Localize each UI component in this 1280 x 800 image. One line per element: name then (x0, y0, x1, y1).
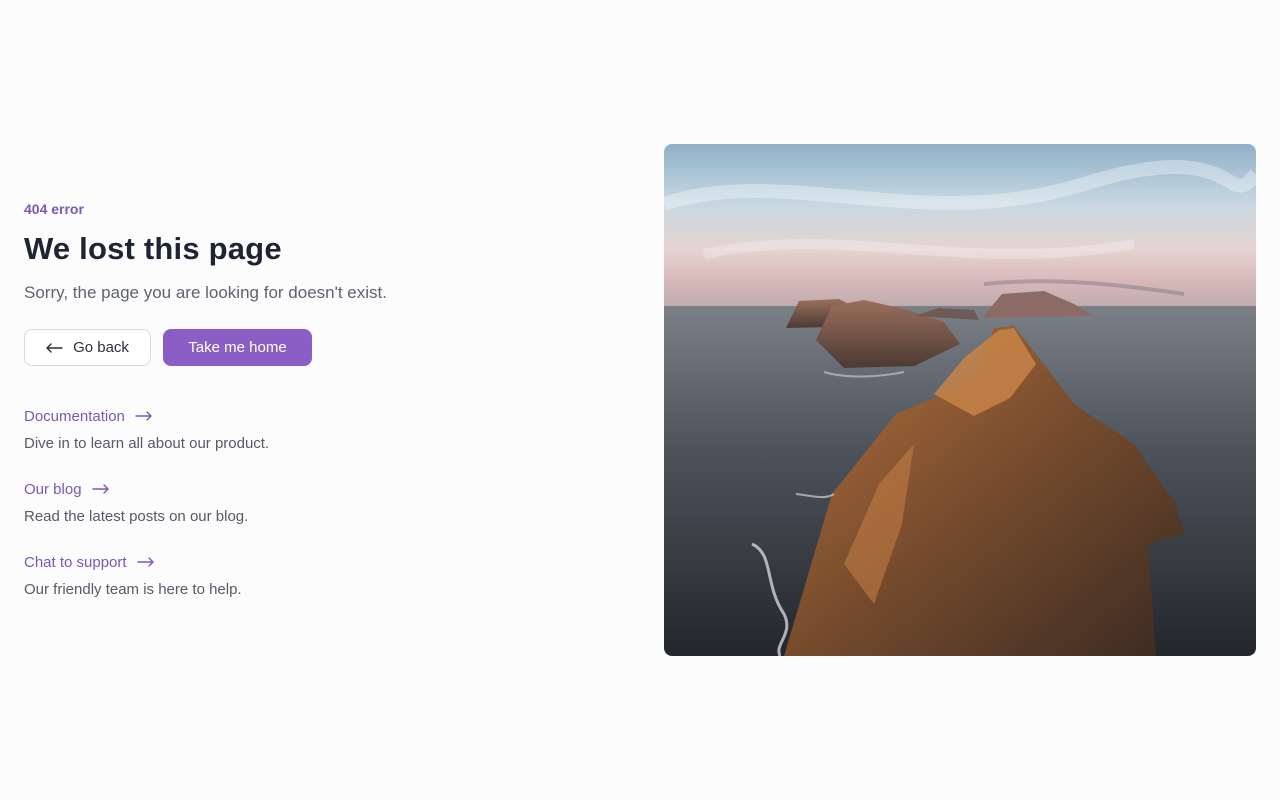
documentation-link-label: Documentation (24, 407, 125, 425)
link-item-blog: Our blog Read the latest posts on our bl… (24, 479, 584, 527)
arrow-left-icon (46, 342, 63, 353)
documentation-link[interactable]: Documentation (24, 406, 584, 426)
documentation-description: Dive in to learn all about our product. (24, 435, 270, 452)
error-content: 404 error We lost this page Sorry, the p… (24, 200, 584, 625)
take-me-home-button[interactable]: Take me home (163, 329, 312, 366)
go-back-button[interactable]: Go back (24, 329, 151, 366)
support-link-label: Chat to support (24, 553, 127, 571)
blog-description: Read the latest posts on our blog. (24, 508, 249, 525)
coastal-cliffs-illustration (664, 144, 1256, 656)
blog-link[interactable]: Our blog (24, 479, 584, 499)
link-item-documentation: Documentation Dive in to learn all about… (24, 406, 584, 454)
support-description: Our friendly team is here to help. (24, 581, 242, 598)
arrow-right-icon (91, 484, 109, 494)
take-me-home-label: Take me home (188, 339, 287, 356)
arrow-right-icon (135, 411, 152, 421)
help-links: Documentation Dive in to learn all about… (24, 406, 584, 600)
action-buttons: Go back Take me home (24, 329, 584, 366)
go-back-label: Go back (73, 339, 129, 356)
error-code-label: 404 error (24, 201, 84, 217)
hero-image (664, 144, 1256, 656)
arrow-right-icon (136, 557, 154, 567)
blog-link-label: Our blog (24, 480, 82, 498)
page-subtitle: Sorry, the page you are looking for does… (24, 283, 387, 302)
not-found-page: 404 error We lost this page Sorry, the p… (0, 0, 1280, 800)
support-link[interactable]: Chat to support (24, 552, 584, 572)
link-item-support: Chat to support Our friendly team is her… (24, 552, 584, 600)
page-title: We lost this page (24, 231, 282, 266)
